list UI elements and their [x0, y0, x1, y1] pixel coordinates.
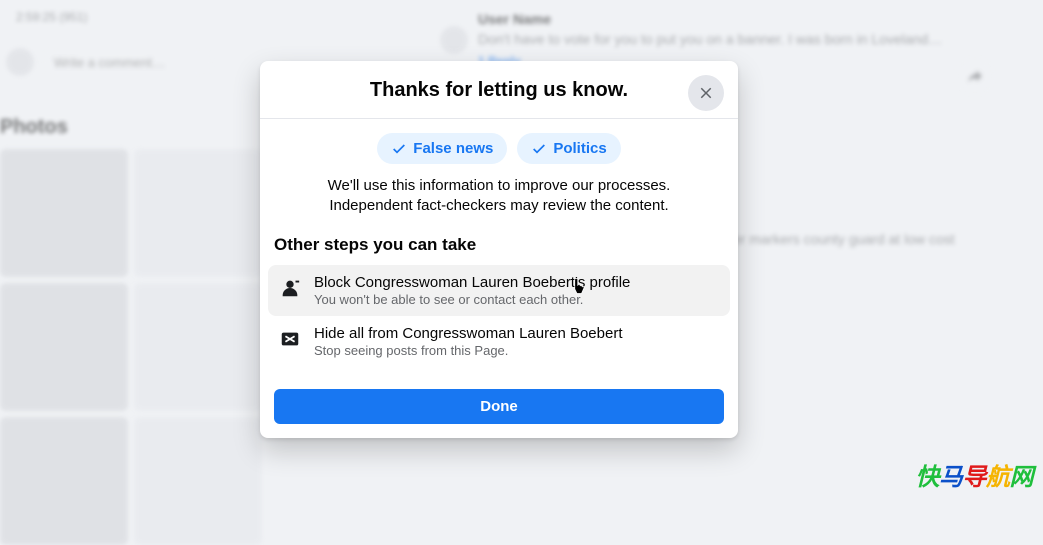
photo-thumb[interactable] [134, 149, 262, 277]
dialog-title: Thanks for letting us know. [370, 79, 628, 102]
reason-chip-politics[interactable]: Politics [517, 133, 620, 164]
photo-thumb[interactable] [134, 283, 262, 411]
close-button[interactable] [688, 75, 724, 111]
comment-input[interactable] [42, 49, 212, 76]
share-icon[interactable] [957, 58, 993, 94]
photo-thumb[interactable] [0, 417, 128, 545]
post-author: User Name [478, 10, 942, 30]
selected-reason-chips: False news Politics [260, 119, 738, 172]
avatar [440, 26, 468, 54]
avatar [6, 48, 34, 76]
comment-composer [6, 48, 260, 76]
action-subtitle: You won't be able to see or contact each… [314, 292, 630, 307]
photo-thumb[interactable] [134, 417, 262, 545]
chip-label: Politics [553, 140, 606, 157]
post-snippet: Don't have to vote for you to put you on… [478, 30, 942, 50]
photo-grid [0, 149, 260, 545]
feedback-dialog: Thanks for letting us know. False news P… [260, 61, 738, 438]
action-title: Block Congresswoman Lauren Boebert's pro… [314, 274, 630, 291]
check-icon [531, 141, 547, 157]
watermark: 快马导航网 [916, 457, 1034, 492]
info-text: We'll use this information to improve ou… [260, 172, 738, 233]
close-icon [697, 84, 715, 102]
action-block-profile[interactable]: Block Congresswoman Lauren Boebert's pro… [268, 265, 730, 316]
action-hide-all[interactable]: Hide all from Congresswoman Lauren Boebe… [268, 316, 730, 367]
other-steps-list: Block Congresswoman Lauren Boebert's pro… [260, 265, 738, 389]
check-icon [391, 141, 407, 157]
done-button[interactable]: Done [274, 389, 724, 424]
block-user-icon [278, 276, 302, 300]
dialog-header: Thanks for letting us know. [260, 61, 738, 119]
photo-thumb[interactable] [0, 149, 128, 277]
reason-chip-false-news[interactable]: False news [377, 133, 507, 164]
hide-icon [278, 327, 302, 351]
photos-heading: Photos [0, 116, 260, 139]
action-title: Hide all from Congresswoman Lauren Boebe… [314, 325, 623, 342]
video-timestamp: 2:59:25 (951) [16, 10, 260, 24]
photo-thumb[interactable] [0, 283, 128, 411]
section-title: Other steps you can take [260, 233, 738, 265]
action-subtitle: Stop seeing posts from this Page. [314, 343, 623, 358]
chip-label: False news [413, 140, 493, 157]
